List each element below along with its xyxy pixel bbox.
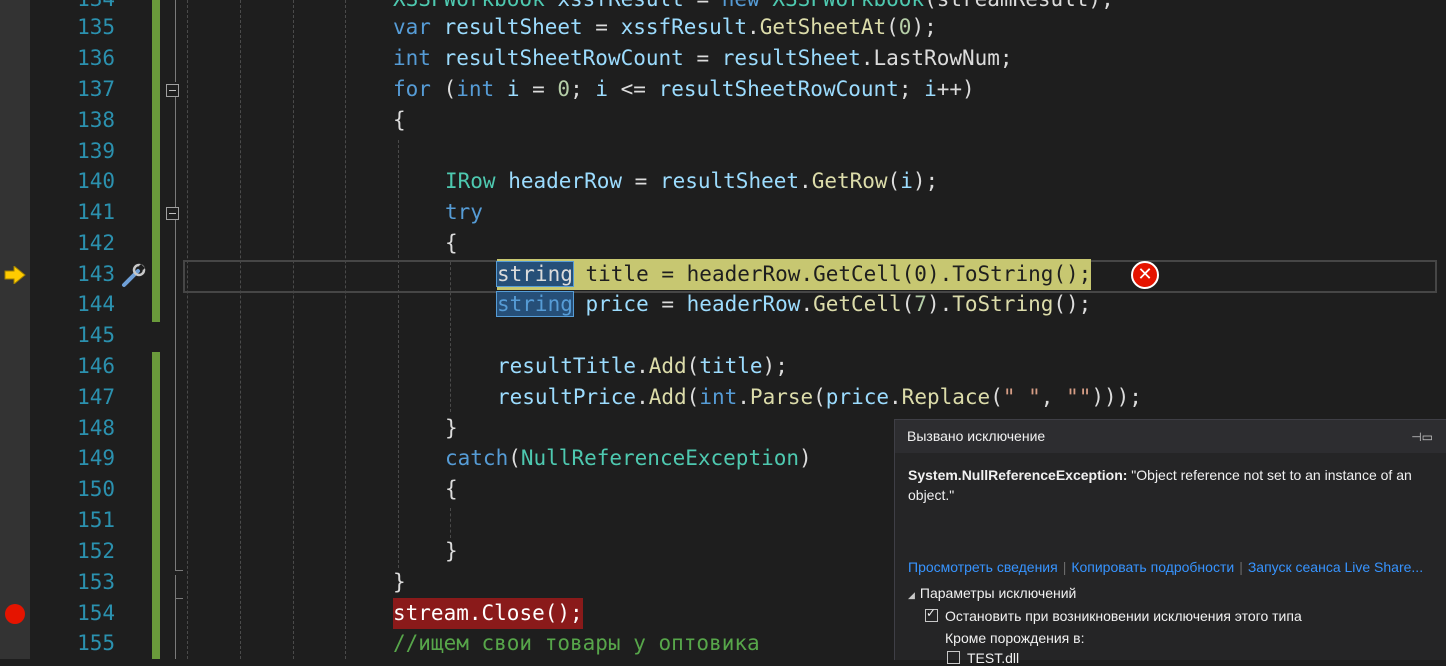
code-line-135[interactable]: var resultSheet = xssfResult.GetSheetAt(… [393, 12, 937, 43]
checkbox-checked[interactable] [925, 606, 938, 622]
expanded-triangle-icon: ◢ [908, 590, 915, 600]
code-line-146[interactable]: resultTitle.Add(title); [497, 351, 788, 382]
line-number: 151 [77, 508, 115, 532]
checkbox-unchecked[interactable] [947, 651, 960, 664]
code-line-138[interactable]: { [393, 105, 406, 136]
live-share-link[interactable]: Запуск сеанса Live Share... [1248, 559, 1423, 575]
separator: | [1062, 559, 1067, 575]
code-line-137[interactable]: for (int i = 0; i <= resultSheetRowCount… [393, 74, 975, 105]
code-line-140[interactable]: IRow headerRow = resultSheet.GetRow(i); [445, 166, 938, 197]
code-line-147[interactable]: resultPrice.Add(int.Parse(price.Replace(… [497, 382, 1142, 413]
breakpoint-line-154[interactable]: stream.Close(); [393, 598, 583, 629]
dll-checkbox[interactable]: TEST.dll [947, 650, 1019, 666]
code-line-155-comment[interactable]: //ищем свои товары у оптовика [393, 628, 760, 659]
exception-type: System.NullReferenceException: [908, 467, 1128, 483]
code-line-144[interactable]: string price = headerRow.GetCell(7).ToSt… [496, 289, 1091, 320]
line-number: 145 [77, 323, 115, 347]
exception-helper-popup[interactable]: Вызвано исключение ⊣▭ System.NullReferen… [894, 419, 1446, 666]
separator: | [1239, 559, 1243, 575]
break-when-thrown-checkbox[interactable]: Остановить при возникновении исключения … [925, 606, 1302, 624]
popup-links: Просмотреть сведения | Копировать подробно… [908, 559, 1423, 575]
code-line-141[interactable]: try [445, 197, 483, 228]
current-statement-line-143[interactable]: string title = headerRow.GetCell(0).ToSt… [496, 259, 1092, 290]
exception-settings-toggle[interactable]: ◢ Параметры исключений [908, 585, 1076, 601]
code-line-148[interactable]: } [445, 413, 458, 444]
code-line-142[interactable]: { [445, 228, 458, 259]
code-line-136[interactable]: int resultSheetRowCount = resultSheet.La… [393, 43, 1013, 74]
code-line-153[interactable]: } [393, 567, 406, 598]
exception-message: System.NullReferenceException: "Object r… [908, 465, 1438, 505]
except-when-label: Кроме порождения в: [945, 630, 1085, 646]
line-number: 139 [77, 139, 115, 163]
code-line-152[interactable]: } [445, 536, 458, 567]
code-line-150[interactable]: { [445, 474, 458, 505]
pin-icon[interactable]: ⊣▭ [1411, 430, 1433, 444]
popup-header: Вызвано исключение ⊣▭ [895, 420, 1446, 453]
code-line-149[interactable]: catch(NullReferenceException) [445, 443, 812, 474]
view-details-link[interactable]: Просмотреть сведения [908, 559, 1058, 575]
popup-title: Вызвано исключение [907, 428, 1046, 444]
copy-details-link[interactable]: Копировать подробности [1071, 559, 1234, 575]
